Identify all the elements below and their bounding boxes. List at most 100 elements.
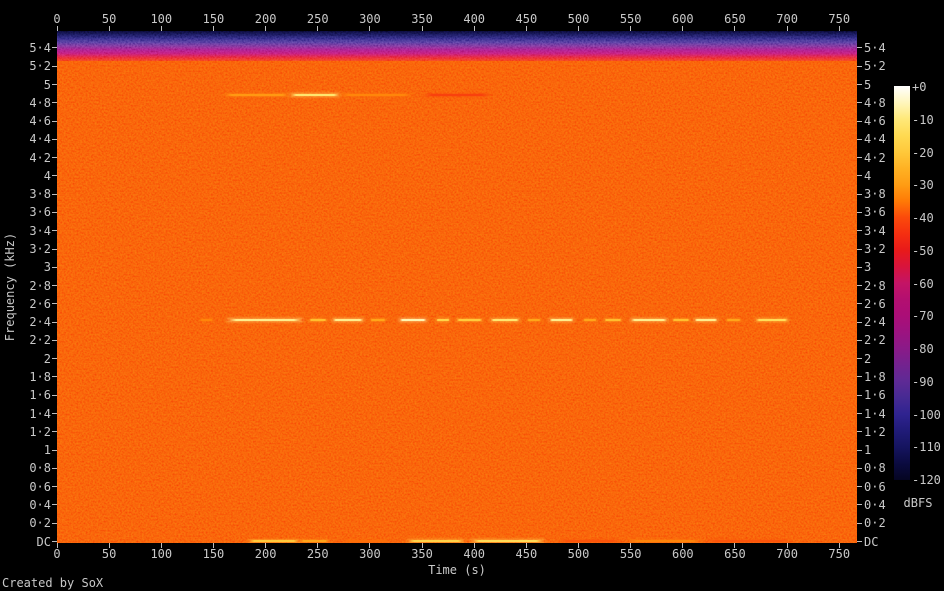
y-tick-label-right: DC [864, 536, 878, 548]
spectrogram-plot [57, 31, 857, 543]
y-tick-right [857, 486, 862, 487]
y-tick-left [52, 340, 57, 341]
x-tick-top [526, 26, 527, 31]
y-tick-right [857, 504, 862, 505]
y-tick-label-left: 5·4 [29, 42, 51, 54]
y-tick-label-left: 2·2 [29, 334, 51, 346]
y-tick-label-right: 1 [864, 444, 871, 456]
tone-line-segment [300, 540, 329, 542]
y-tick-label-right: 3·8 [864, 188, 886, 200]
x-tick-label-bottom: 700 [776, 548, 798, 560]
tone-line-segment [370, 319, 386, 321]
y-tick-right [857, 431, 862, 432]
colorbar-tick-label: -20 [912, 147, 934, 159]
colorbar-tick-label: -70 [912, 310, 934, 322]
y-tick-label-left: 1·2 [29, 426, 51, 438]
x-tick-top [787, 26, 788, 31]
tone-line-segment [604, 319, 623, 321]
tone-line-segment [436, 319, 451, 321]
y-tick-label-right: 5·4 [864, 42, 886, 54]
y-tick-label-right: 3·4 [864, 225, 886, 237]
colorbar-tick-label: -60 [912, 278, 934, 290]
y-tick-label-right: 1·6 [864, 389, 886, 401]
colorbar-tick-label: -110 [912, 441, 941, 453]
y-tick-left [52, 175, 57, 176]
y-tick-right [857, 468, 862, 469]
y-tick-label-left: 1·8 [29, 371, 51, 383]
x-tick-label-bottom: 300 [359, 548, 381, 560]
y-tick-label-right: 1·2 [864, 426, 886, 438]
y-tick-label-left: 0·8 [29, 462, 51, 474]
y-tick-right [857, 66, 862, 67]
y-tick-label-right: 2·2 [864, 334, 886, 346]
tone-line-segment [726, 319, 742, 321]
x-tick-label-bottom: 350 [411, 548, 433, 560]
tone-line-segment [332, 319, 363, 321]
tone-line-segment [470, 540, 545, 542]
y-tick-label-left: 4·4 [29, 133, 51, 145]
y-tick-label-left: 3 [44, 261, 51, 273]
y-tick-label-right: 5 [864, 79, 871, 91]
colorbar-tick-label: +0 [912, 81, 926, 93]
tone-line-segment [755, 319, 789, 321]
y-tick-left [52, 121, 57, 122]
tone-line-segment [706, 540, 790, 542]
y-tick-label-left: 3·6 [29, 206, 51, 218]
y-tick-left [52, 486, 57, 487]
x-tick-label-bottom: 450 [516, 548, 538, 560]
colorbar-tick-label: -50 [912, 245, 934, 257]
y-tick-label-right: 0·8 [864, 462, 886, 474]
x-tick-top [213, 26, 214, 31]
tone-line-segment [630, 319, 669, 321]
x-tick-top [474, 26, 475, 31]
y-tick-right [857, 541, 862, 542]
x-tick-top [109, 26, 110, 31]
y-tick-label-right: 3·2 [864, 243, 886, 255]
y-tick-left [52, 504, 57, 505]
tone-line-segment [672, 319, 690, 321]
y-tick-label-left: 5·2 [29, 60, 51, 72]
x-tick-label-bottom: 100 [150, 548, 172, 560]
y-tick-left [52, 47, 57, 48]
x-tick-label-bottom: 150 [203, 548, 225, 560]
y-tick-left [52, 523, 57, 524]
y-tick-label-right: 4·8 [864, 97, 886, 109]
x-tick-top [422, 26, 423, 31]
y-tick-left [52, 139, 57, 140]
y-tick-left [52, 303, 57, 304]
y-tick-right [857, 212, 862, 213]
colorbar-tick-label: -10 [912, 114, 934, 126]
y-tick-label-right: 0·2 [864, 517, 886, 529]
colorbar-tick-label: -100 [912, 409, 941, 421]
y-tick-label-left: 2·6 [29, 298, 51, 310]
x-tick-top [265, 26, 266, 31]
x-tick-label-top: 100 [150, 13, 172, 25]
y-tick-left [52, 285, 57, 286]
x-tick-top [161, 26, 162, 31]
y-tick-label-left: 1·4 [29, 408, 51, 420]
y-tick-label-left: 0·6 [29, 481, 51, 493]
y-tick-left [52, 358, 57, 359]
x-tick-label-top: 700 [776, 13, 798, 25]
tone-line-segment [549, 319, 574, 321]
x-tick-label-top: 200 [255, 13, 277, 25]
y-tick-right [857, 523, 862, 524]
x-tick-label-top: 400 [463, 13, 485, 25]
x-tick-label-top: 300 [359, 13, 381, 25]
y-tick-label-left: DC [37, 536, 51, 548]
colorbar-tick-label: -40 [912, 212, 934, 224]
x-tick-top [317, 26, 318, 31]
x-tick-label-bottom: 250 [307, 548, 329, 560]
y-tick-left [52, 468, 57, 469]
y-tick-label-left: 1·6 [29, 389, 51, 401]
x-tick-top [734, 26, 735, 31]
y-tick-label-left: 2·4 [29, 316, 51, 328]
y-tick-label-left: 5 [44, 79, 51, 91]
y-axis-title: Frequency (kHz) [3, 233, 17, 341]
y-tick-right [857, 230, 862, 231]
x-tick-label-bottom: 50 [102, 548, 116, 560]
colorbar-tick-label: -120 [912, 474, 941, 486]
y-tick-right [857, 121, 862, 122]
x-tick-label-top: 450 [516, 13, 538, 25]
colorbar-tick-label: -80 [912, 343, 934, 355]
